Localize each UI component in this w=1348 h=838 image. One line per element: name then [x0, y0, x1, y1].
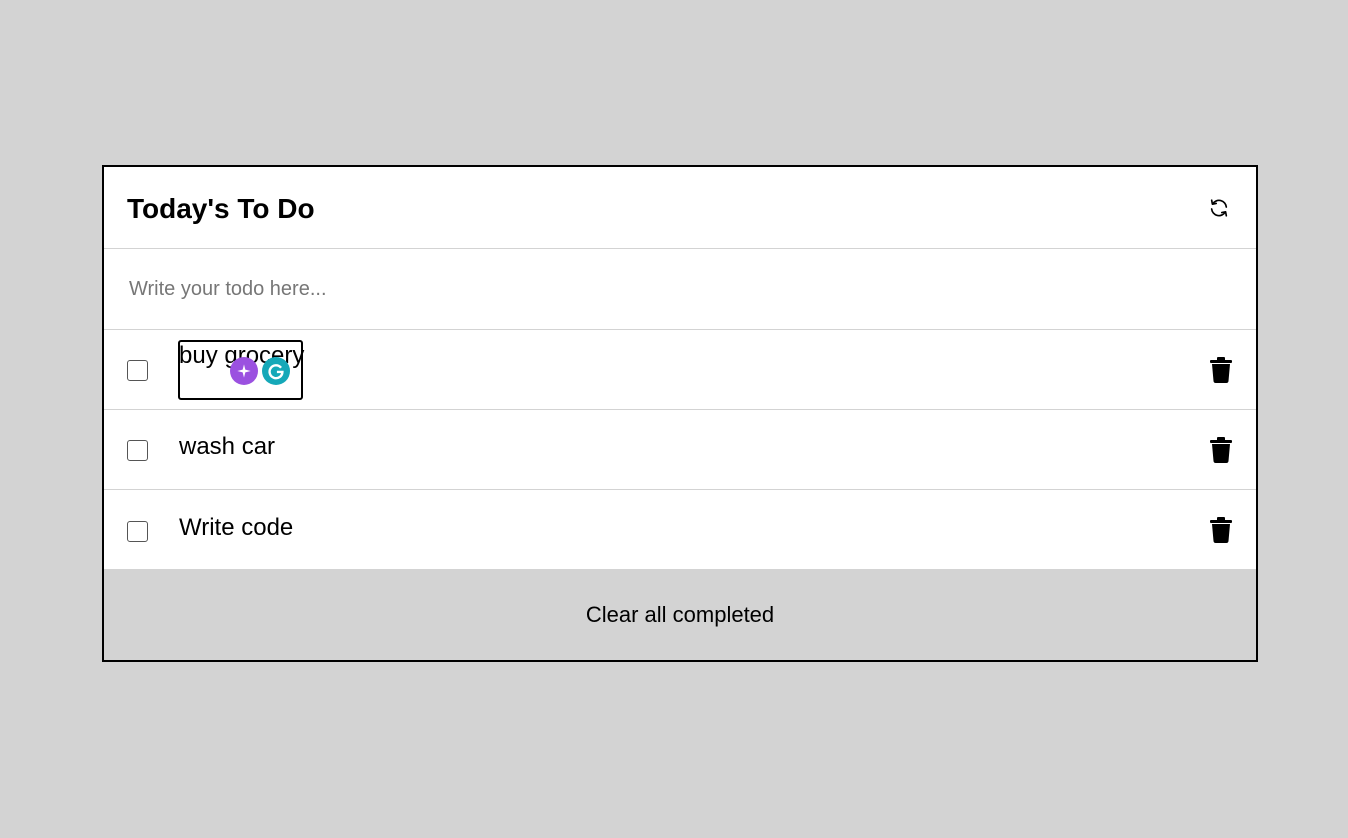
- todo-item: wash car: [104, 410, 1256, 490]
- todo-app: Today's To Do buy grocery: [102, 165, 1258, 662]
- delete-button[interactable]: [1210, 436, 1232, 463]
- refresh-icon: [1210, 198, 1228, 217]
- refresh-button[interactable]: [1206, 195, 1232, 221]
- trash-icon: [1210, 517, 1232, 543]
- new-todo-input[interactable]: [104, 249, 1256, 329]
- grammarly-g-icon[interactable]: [262, 356, 290, 385]
- todo-list: buy grocery wash car Write code: [104, 330, 1256, 570]
- extension-icons: [230, 356, 290, 385]
- trash-icon: [1210, 436, 1232, 463]
- delete-button[interactable]: [1210, 356, 1232, 383]
- todo-checkbox[interactable]: [127, 440, 148, 461]
- trash-icon: [1210, 356, 1232, 383]
- todo-checkbox[interactable]: [127, 520, 148, 542]
- delete-button[interactable]: [1210, 517, 1232, 543]
- clear-completed-button[interactable]: Clear all completed: [104, 569, 1256, 660]
- new-todo-row: [104, 249, 1256, 330]
- todo-checkbox[interactable]: [127, 360, 148, 381]
- page-title: Today's To Do: [127, 192, 315, 224]
- todo-item: Write code: [104, 490, 1256, 570]
- sparkle-icon[interactable]: [230, 356, 258, 385]
- todo-text-editor[interactable]: buy grocery: [178, 339, 304, 400]
- clear-completed-label: Clear all completed: [585, 601, 775, 627]
- todo-header: Today's To Do: [104, 167, 1256, 249]
- todo-item: buy grocery: [104, 330, 1256, 410]
- todo-text[interactable]: Write code: [178, 514, 294, 542]
- todo-text[interactable]: wash car: [178, 433, 276, 461]
